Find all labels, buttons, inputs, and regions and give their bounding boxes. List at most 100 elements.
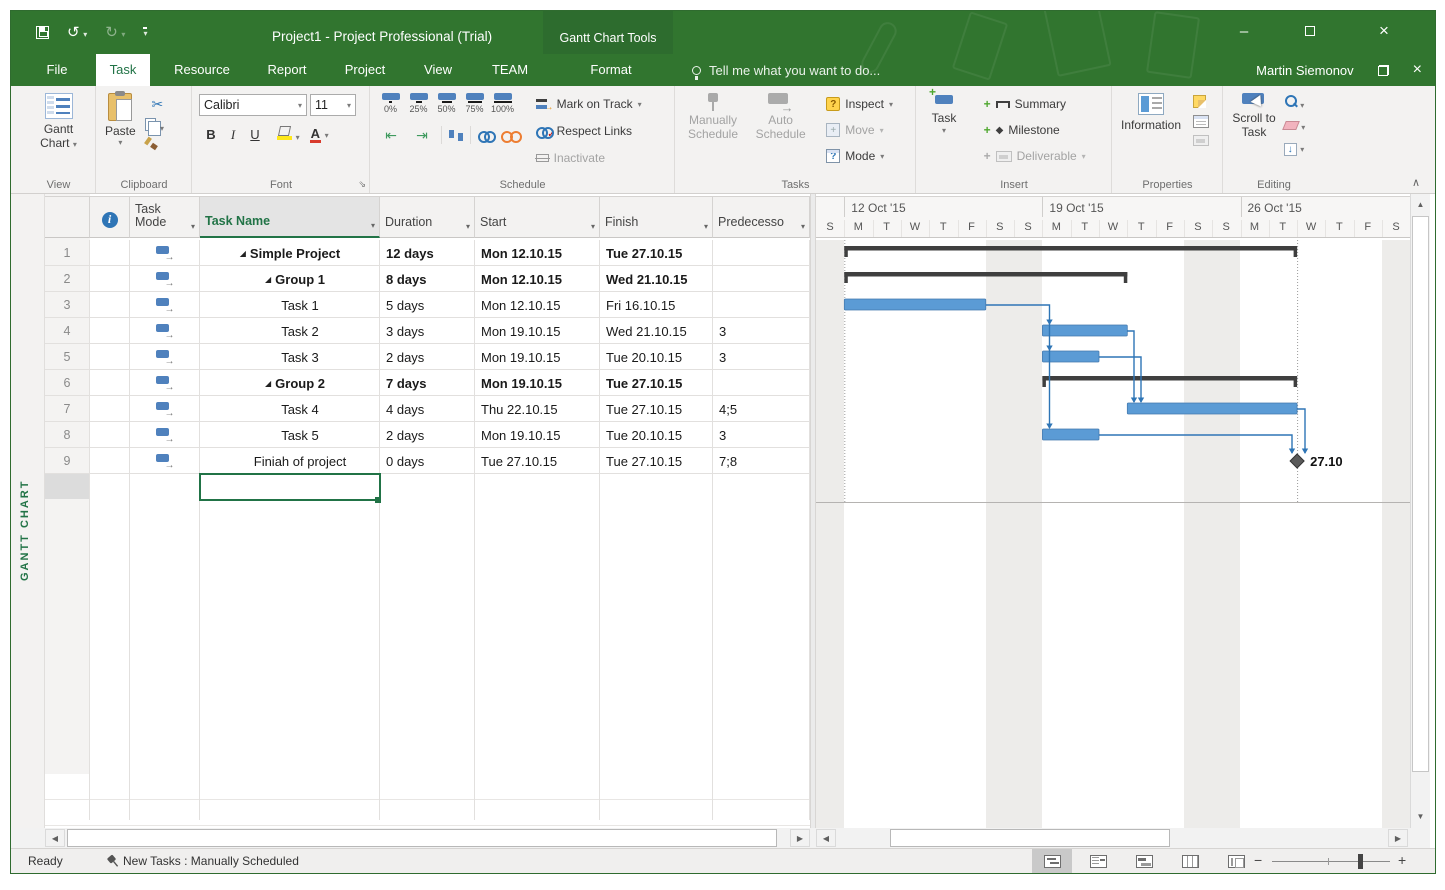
filter-caret-icon[interactable]: ▾: [801, 223, 805, 232]
auto-schedule-button[interactable]: Auto Schedule: [750, 91, 812, 144]
predecessors-cell[interactable]: [713, 370, 810, 396]
finish-cell[interactable]: Tue 27.10.15: [600, 240, 713, 266]
tab-project[interactable]: Project: [332, 54, 398, 86]
predecessors-cell[interactable]: 7;8: [713, 448, 810, 474]
info-column-header[interactable]: i: [90, 196, 130, 238]
duration-cell[interactable]: 2 days: [380, 422, 475, 448]
start-header[interactable]: Start▾: [475, 196, 600, 238]
add-to-timeline-icon[interactable]: [1193, 135, 1209, 146]
expand-icon[interactable]: ◢: [240, 249, 246, 258]
start-cell[interactable]: Mon 12.10.15: [475, 240, 600, 266]
info-cell[interactable]: [90, 240, 130, 266]
info-cell[interactable]: [90, 370, 130, 396]
link-arrow-icon[interactable]: [1131, 398, 1137, 404]
finish-cell[interactable]: Tue 27.10.15: [600, 370, 713, 396]
milestone-finiah-of-project[interactable]: [1290, 454, 1304, 468]
link-line-from-task-2[interactable]: [1127, 331, 1134, 402]
indent-task-icon[interactable]: ⇥: [410, 124, 434, 146]
view-bar-label[interactable]: GANTT CHART: [10, 420, 40, 640]
task-name-cell[interactable]: Task 4: [200, 396, 380, 422]
respect-links-button[interactable]: ✓Respect Links: [533, 120, 645, 142]
format-painter-icon[interactable]: [145, 137, 158, 150]
expand-icon[interactable]: ◢: [265, 275, 271, 284]
duration-cell[interactable]: 5 days: [380, 292, 475, 318]
start-cell[interactable]: Mon 19.10.15: [475, 422, 600, 448]
task-mode-header[interactable]: Task Mode▾: [130, 196, 200, 238]
finish-cell[interactable]: Tue 27.10.15: [600, 448, 713, 474]
vertical-scrollbar[interactable]: ▲ ▼: [1410, 194, 1430, 828]
link-arrow-icon[interactable]: [1138, 398, 1144, 404]
insert-milestone-button[interactable]: +◆Milestone: [981, 119, 1089, 141]
info-cell[interactable]: [90, 344, 130, 370]
task-mode-cell[interactable]: [130, 266, 200, 292]
insert-deliverable-button[interactable]: +Deliverable ▾: [981, 145, 1089, 167]
scroll-up-icon[interactable]: ▲: [1412, 195, 1429, 214]
tab-format[interactable]: Format: [576, 54, 646, 86]
percent-0-button[interactable]: 0%: [377, 93, 404, 114]
task-name-cell[interactable]: Task 3: [200, 344, 380, 370]
duration-cell[interactable]: 8 days: [380, 266, 475, 292]
task-table[interactable]: iTask Mode▾Task Name▾Duration▾Start▾Fini…: [45, 194, 810, 828]
task-mode-cell[interactable]: [130, 292, 200, 318]
filter-caret-icon[interactable]: ▾: [371, 222, 375, 231]
italic-button[interactable]: I: [223, 124, 243, 145]
tab-resource[interactable]: Resource: [160, 54, 244, 86]
information-button[interactable]: Information: [1117, 91, 1185, 134]
predecessors-header[interactable]: Predecesso▾: [713, 196, 810, 238]
ribbon-display-options-icon[interactable]: [1378, 65, 1389, 76]
expand-icon[interactable]: ◢: [265, 379, 271, 388]
task-mode-cell[interactable]: [130, 422, 200, 448]
summary-bar-group-2[interactable]: [1042, 376, 1297, 381]
link-arrow-icon[interactable]: [1302, 449, 1308, 455]
summary-bar-group-1[interactable]: [844, 272, 1127, 277]
mode-button[interactable]: ?Mode ▾: [823, 145, 896, 167]
info-cell[interactable]: [90, 318, 130, 344]
start-cell[interactable]: Tue 27.10.15: [475, 448, 600, 474]
unlink-tasks-icon[interactable]: [501, 130, 517, 140]
predecessors-cell[interactable]: 3: [713, 422, 810, 448]
finish-cell[interactable]: Tue 20.10.15: [600, 422, 713, 448]
chart-scroll-thumb[interactable]: [890, 829, 1170, 847]
tab-task[interactable]: Task: [96, 54, 150, 86]
move-button[interactable]: +Move ▾: [823, 119, 896, 141]
task-name-cell[interactable]: ◢Group 2: [200, 370, 380, 396]
user-name[interactable]: Martin Siemonov: [1256, 63, 1354, 78]
task-bar-task-3[interactable]: [1042, 351, 1099, 362]
duration-header[interactable]: Duration▾: [380, 196, 475, 238]
predecessors-cell[interactable]: 3: [713, 318, 810, 344]
task-mode-cell[interactable]: [130, 344, 200, 370]
save-icon[interactable]: [36, 26, 49, 39]
gantt-chart-pane[interactable]: 12 Oct '1519 Oct '1526 Oct '15SMTWTFSSMT…: [816, 194, 1410, 828]
filter-caret-icon[interactable]: ▾: [704, 223, 708, 232]
task-bar-task-2[interactable]: [1042, 325, 1127, 336]
info-cell[interactable]: [90, 448, 130, 474]
task-mode-cell[interactable]: [130, 396, 200, 422]
tell-me-box[interactable]: Tell me what you want to do...: [692, 54, 880, 86]
link-arrow-icon[interactable]: [1289, 449, 1295, 455]
close-ribbon-icon[interactable]: ×: [1413, 61, 1422, 79]
chart-scroll-left-icon[interactable]: ◀: [816, 829, 836, 847]
percent-50-button[interactable]: 50%: [433, 93, 460, 114]
find-button[interactable]: ▾: [1284, 95, 1306, 111]
filter-caret-icon[interactable]: ▾: [591, 223, 595, 232]
filter-caret-icon[interactable]: ▾: [466, 223, 470, 232]
maximize-button[interactable]: [1288, 16, 1332, 46]
tab-file[interactable]: File: [28, 54, 86, 86]
customize-qat-button[interactable]: ▾: [143, 27, 147, 37]
predecessors-cell[interactable]: 3: [713, 344, 810, 370]
zoom-out-icon[interactable]: −: [1254, 852, 1262, 868]
cut-button[interactable]: ✂: [145, 93, 169, 115]
task-name-cell[interactable]: Task 5: [200, 422, 380, 448]
link-arrow-icon[interactable]: [1046, 346, 1052, 352]
zoom-track[interactable]: [1272, 861, 1390, 862]
predecessors-cell[interactable]: [713, 240, 810, 266]
percent-25-button[interactable]: 25%: [405, 93, 432, 114]
font-color-button[interactable]: A ▾: [310, 126, 329, 144]
start-cell[interactable]: Mon 19.10.15: [475, 318, 600, 344]
link-line-from-task-1[interactable]: [986, 305, 1050, 428]
link-tasks-icon[interactable]: [478, 130, 494, 140]
tab-view[interactable]: View: [412, 54, 464, 86]
start-cell[interactable]: Mon 12.10.15: [475, 292, 600, 318]
details-icon[interactable]: [1193, 115, 1209, 128]
minimize-button[interactable]: –: [1222, 16, 1266, 46]
